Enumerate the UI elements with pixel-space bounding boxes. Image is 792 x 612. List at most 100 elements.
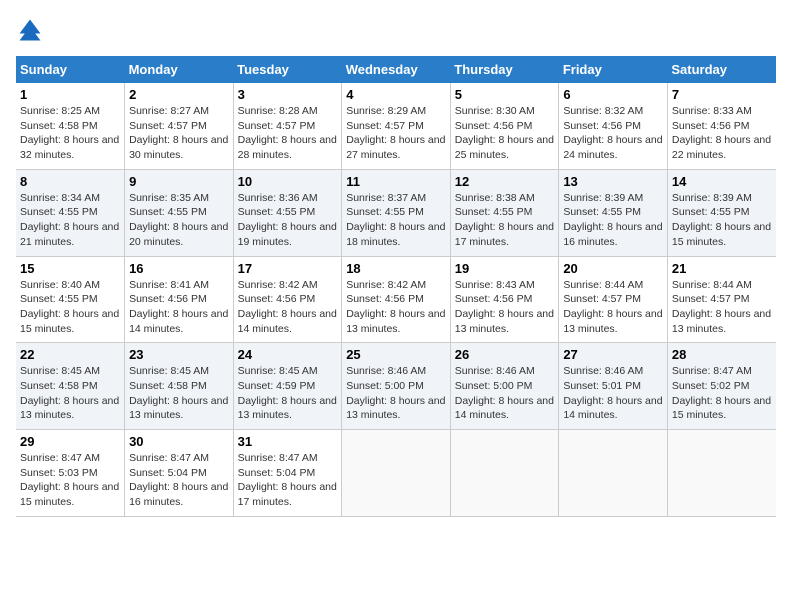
day-info: Sunrise: 8:45 AM Sunset: 4:58 PM Dayligh… (129, 365, 228, 421)
day-number: 18 (346, 261, 446, 276)
day-info: Sunrise: 8:38 AM Sunset: 4:55 PM Dayligh… (455, 192, 554, 248)
calendar-cell: 10 Sunrise: 8:36 AM Sunset: 4:55 PM Dayl… (233, 169, 342, 256)
day-number: 20 (563, 261, 663, 276)
day-number: 22 (20, 347, 120, 362)
day-info: Sunrise: 8:44 AM Sunset: 4:57 PM Dayligh… (672, 279, 771, 335)
day-info: Sunrise: 8:33 AM Sunset: 4:56 PM Dayligh… (672, 105, 771, 161)
calendar-cell: 4 Sunrise: 8:29 AM Sunset: 4:57 PM Dayli… (342, 83, 451, 169)
calendar-cell: 13 Sunrise: 8:39 AM Sunset: 4:55 PM Dayl… (559, 169, 668, 256)
day-info: Sunrise: 8:43 AM Sunset: 4:56 PM Dayligh… (455, 279, 554, 335)
day-info: Sunrise: 8:35 AM Sunset: 4:55 PM Dayligh… (129, 192, 228, 248)
calendar-cell: 3 Sunrise: 8:28 AM Sunset: 4:57 PM Dayli… (233, 83, 342, 169)
calendar-cell: 26 Sunrise: 8:46 AM Sunset: 5:00 PM Dayl… (450, 343, 559, 430)
day-number: 28 (672, 347, 772, 362)
column-header-monday: Monday (125, 56, 234, 83)
calendar-cell: 21 Sunrise: 8:44 AM Sunset: 4:57 PM Dayl… (667, 256, 776, 343)
calendar-cell: 9 Sunrise: 8:35 AM Sunset: 4:55 PM Dayli… (125, 169, 234, 256)
calendar-cell: 31 Sunrise: 8:47 AM Sunset: 5:04 PM Dayl… (233, 430, 342, 517)
day-number: 4 (346, 87, 446, 102)
day-number: 13 (563, 174, 663, 189)
day-info: Sunrise: 8:41 AM Sunset: 4:56 PM Dayligh… (129, 279, 228, 335)
day-info: Sunrise: 8:44 AM Sunset: 4:57 PM Dayligh… (563, 279, 662, 335)
day-info: Sunrise: 8:30 AM Sunset: 4:56 PM Dayligh… (455, 105, 554, 161)
day-number: 5 (455, 87, 555, 102)
calendar-cell (667, 430, 776, 517)
day-info: Sunrise: 8:42 AM Sunset: 4:56 PM Dayligh… (346, 279, 445, 335)
column-header-wednesday: Wednesday (342, 56, 451, 83)
calendar-cell: 30 Sunrise: 8:47 AM Sunset: 5:04 PM Dayl… (125, 430, 234, 517)
calendar-cell: 22 Sunrise: 8:45 AM Sunset: 4:58 PM Dayl… (16, 343, 125, 430)
calendar-cell: 27 Sunrise: 8:46 AM Sunset: 5:01 PM Dayl… (559, 343, 668, 430)
day-info: Sunrise: 8:47 AM Sunset: 5:04 PM Dayligh… (238, 452, 337, 508)
column-header-thursday: Thursday (450, 56, 559, 83)
day-number: 23 (129, 347, 229, 362)
calendar-cell: 12 Sunrise: 8:38 AM Sunset: 4:55 PM Dayl… (450, 169, 559, 256)
calendar-cell: 28 Sunrise: 8:47 AM Sunset: 5:02 PM Dayl… (667, 343, 776, 430)
day-info: Sunrise: 8:34 AM Sunset: 4:55 PM Dayligh… (20, 192, 119, 248)
day-info: Sunrise: 8:25 AM Sunset: 4:58 PM Dayligh… (20, 105, 119, 161)
column-header-friday: Friday (559, 56, 668, 83)
day-info: Sunrise: 8:42 AM Sunset: 4:56 PM Dayligh… (238, 279, 337, 335)
day-number: 3 (238, 87, 338, 102)
calendar-cell: 17 Sunrise: 8:42 AM Sunset: 4:56 PM Dayl… (233, 256, 342, 343)
calendar-header-row: SundayMondayTuesdayWednesdayThursdayFrid… (16, 56, 776, 83)
calendar-cell: 14 Sunrise: 8:39 AM Sunset: 4:55 PM Dayl… (667, 169, 776, 256)
day-info: Sunrise: 8:39 AM Sunset: 4:55 PM Dayligh… (563, 192, 662, 248)
day-info: Sunrise: 8:27 AM Sunset: 4:57 PM Dayligh… (129, 105, 228, 161)
calendar-cell: 7 Sunrise: 8:33 AM Sunset: 4:56 PM Dayli… (667, 83, 776, 169)
calendar-cell: 8 Sunrise: 8:34 AM Sunset: 4:55 PM Dayli… (16, 169, 125, 256)
calendar-cell (559, 430, 668, 517)
day-number: 12 (455, 174, 555, 189)
calendar-cell: 18 Sunrise: 8:42 AM Sunset: 4:56 PM Dayl… (342, 256, 451, 343)
day-info: Sunrise: 8:46 AM Sunset: 5:00 PM Dayligh… (346, 365, 445, 421)
day-number: 21 (672, 261, 772, 276)
day-info: Sunrise: 8:36 AM Sunset: 4:55 PM Dayligh… (238, 192, 337, 248)
day-number: 31 (238, 434, 338, 449)
calendar-cell: 16 Sunrise: 8:41 AM Sunset: 4:56 PM Dayl… (125, 256, 234, 343)
day-info: Sunrise: 8:45 AM Sunset: 4:59 PM Dayligh… (238, 365, 337, 421)
day-number: 27 (563, 347, 663, 362)
calendar-cell (342, 430, 451, 517)
day-info: Sunrise: 8:29 AM Sunset: 4:57 PM Dayligh… (346, 105, 445, 161)
day-info: Sunrise: 8:32 AM Sunset: 4:56 PM Dayligh… (563, 105, 662, 161)
day-info: Sunrise: 8:40 AM Sunset: 4:55 PM Dayligh… (20, 279, 119, 335)
calendar-cell: 2 Sunrise: 8:27 AM Sunset: 4:57 PM Dayli… (125, 83, 234, 169)
day-info: Sunrise: 8:37 AM Sunset: 4:55 PM Dayligh… (346, 192, 445, 248)
column-header-tuesday: Tuesday (233, 56, 342, 83)
column-header-saturday: Saturday (667, 56, 776, 83)
day-number: 17 (238, 261, 338, 276)
day-info: Sunrise: 8:46 AM Sunset: 5:00 PM Dayligh… (455, 365, 554, 421)
calendar-cell: 1 Sunrise: 8:25 AM Sunset: 4:58 PM Dayli… (16, 83, 125, 169)
calendar-cell: 24 Sunrise: 8:45 AM Sunset: 4:59 PM Dayl… (233, 343, 342, 430)
week-row-5: 29 Sunrise: 8:47 AM Sunset: 5:03 PM Dayl… (16, 430, 776, 517)
day-number: 15 (20, 261, 120, 276)
day-info: Sunrise: 8:39 AM Sunset: 4:55 PM Dayligh… (672, 192, 771, 248)
calendar-cell: 25 Sunrise: 8:46 AM Sunset: 5:00 PM Dayl… (342, 343, 451, 430)
calendar-table: SundayMondayTuesdayWednesdayThursdayFrid… (16, 56, 776, 517)
logo (16, 16, 48, 44)
day-number: 16 (129, 261, 229, 276)
day-info: Sunrise: 8:45 AM Sunset: 4:58 PM Dayligh… (20, 365, 119, 421)
calendar-cell: 23 Sunrise: 8:45 AM Sunset: 4:58 PM Dayl… (125, 343, 234, 430)
day-info: Sunrise: 8:47 AM Sunset: 5:04 PM Dayligh… (129, 452, 228, 508)
day-number: 2 (129, 87, 229, 102)
day-number: 1 (20, 87, 120, 102)
day-number: 14 (672, 174, 772, 189)
day-number: 7 (672, 87, 772, 102)
column-header-sunday: Sunday (16, 56, 125, 83)
calendar-cell: 5 Sunrise: 8:30 AM Sunset: 4:56 PM Dayli… (450, 83, 559, 169)
day-info: Sunrise: 8:28 AM Sunset: 4:57 PM Dayligh… (238, 105, 337, 161)
day-number: 24 (238, 347, 338, 362)
week-row-3: 15 Sunrise: 8:40 AM Sunset: 4:55 PM Dayl… (16, 256, 776, 343)
page-header (16, 16, 776, 44)
week-row-2: 8 Sunrise: 8:34 AM Sunset: 4:55 PM Dayli… (16, 169, 776, 256)
week-row-4: 22 Sunrise: 8:45 AM Sunset: 4:58 PM Dayl… (16, 343, 776, 430)
calendar-cell: 29 Sunrise: 8:47 AM Sunset: 5:03 PM Dayl… (16, 430, 125, 517)
calendar-cell: 20 Sunrise: 8:44 AM Sunset: 4:57 PM Dayl… (559, 256, 668, 343)
calendar-cell: 11 Sunrise: 8:37 AM Sunset: 4:55 PM Dayl… (342, 169, 451, 256)
day-info: Sunrise: 8:46 AM Sunset: 5:01 PM Dayligh… (563, 365, 662, 421)
day-number: 30 (129, 434, 229, 449)
day-info: Sunrise: 8:47 AM Sunset: 5:02 PM Dayligh… (672, 365, 771, 421)
day-number: 25 (346, 347, 446, 362)
day-number: 8 (20, 174, 120, 189)
